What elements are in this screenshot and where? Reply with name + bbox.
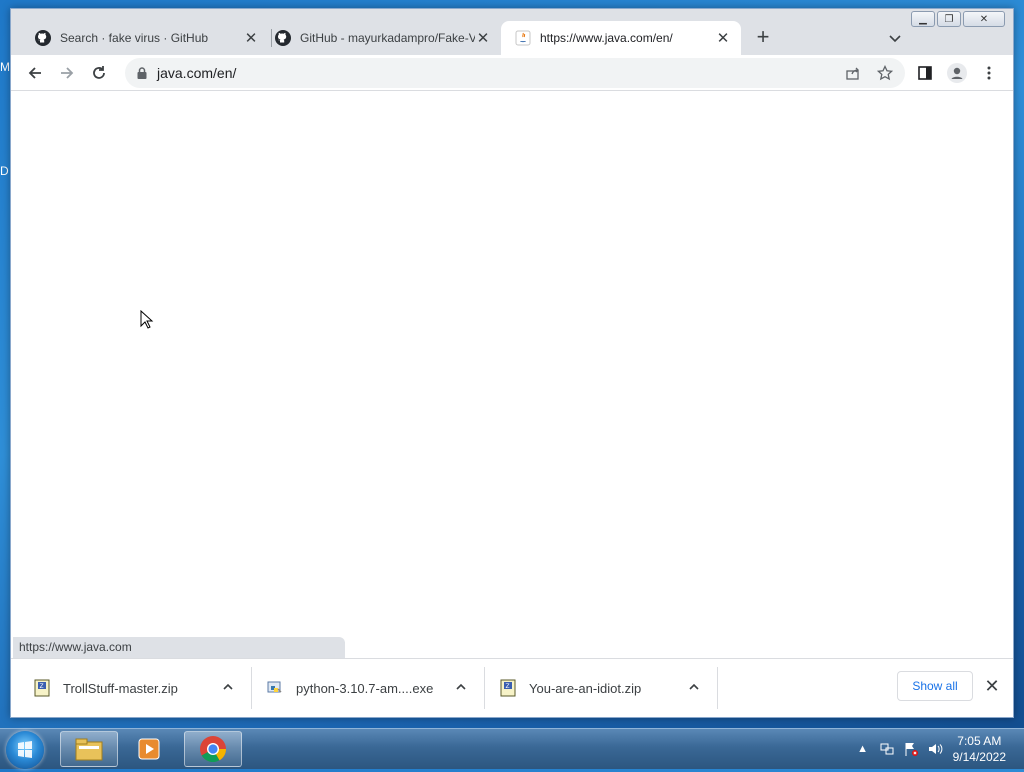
window-close-icon[interactable]: ✕ (963, 11, 1005, 27)
profile-avatar-icon[interactable] (947, 63, 967, 83)
status-url-bubble: https://www.java.com (13, 637, 345, 658)
clock-date: 9/14/2022 (952, 750, 1006, 764)
back-arrow-icon[interactable] (25, 63, 45, 83)
show-all-downloads-button[interactable]: Show all (897, 671, 973, 701)
tab-github-fake-virus-repo[interactable]: GitHub - mayurkadampro/Fake-V ✕ (261, 21, 501, 55)
file-explorer-icon[interactable] (60, 731, 118, 767)
svg-text:Z: Z (40, 683, 44, 690)
zip-file-icon: Z (34, 679, 50, 697)
tab-search-fake-virus[interactable]: Search · fake virus · GitHub ✕ (21, 21, 269, 55)
taskbar-clock[interactable]: 7:05 AM 9/14/2022 (953, 733, 1006, 765)
installer-file-icon (267, 681, 282, 693)
zip-file-icon: Z (500, 679, 516, 697)
java-icon (515, 30, 531, 46)
restore-icon[interactable]: ❐ (937, 11, 961, 27)
window-controls: ▁ ❐ ✕ (909, 11, 1005, 27)
close-download-shelf-icon[interactable]: ✕ (983, 677, 1001, 696)
chrome-icon[interactable] (184, 731, 242, 767)
browser-toolbar: java.com/en/ (11, 55, 1013, 91)
minimize-icon[interactable]: ▁ (911, 11, 935, 27)
desktop-icon-label: M (0, 60, 10, 74)
download-filename: TrollStuff-master.zip (63, 680, 178, 696)
forward-arrow-icon[interactable] (57, 63, 77, 83)
system-tray: ▲ 7:05 AM 9/14/2022 (847, 729, 1024, 769)
page-content[interactable] (11, 91, 1013, 659)
chevron-up-icon[interactable] (454, 680, 468, 694)
side-panel-icon[interactable] (915, 63, 935, 83)
share-icon[interactable] (843, 63, 863, 83)
tab-strip: Search · fake virus · GitHub ✕ GitHub - … (11, 9, 1013, 55)
taskbar: ▲ 7:05 AM 9/14/2022 (0, 728, 1024, 769)
tab-close-icon[interactable]: ✕ (715, 30, 731, 47)
url-text[interactable]: java.com/en/ (157, 65, 236, 81)
reload-icon[interactable] (89, 63, 109, 83)
download-item[interactable]: Z You-are-an-idiot.zip (477, 659, 717, 717)
volume-speaker-icon[interactable] (927, 741, 943, 757)
download-filename: python-3.10.7-am....exe (296, 680, 434, 696)
media-player-icon[interactable] (120, 731, 178, 767)
mouse-cursor-icon (140, 310, 154, 329)
github-icon (275, 30, 291, 46)
download-divider (717, 667, 718, 709)
lock-icon[interactable] (135, 66, 149, 80)
action-center-flag-icon[interactable] (903, 741, 919, 757)
network-icon[interactable] (879, 741, 895, 757)
tab-close-icon[interactable]: ✕ (243, 30, 259, 47)
chevron-up-icon[interactable] (687, 680, 701, 694)
download-filename: You-are-an-idiot.zip (529, 680, 642, 696)
tab-title: GitHub - mayurkadampro/Fake-V (300, 31, 475, 45)
bookmark-star-icon[interactable] (875, 63, 895, 83)
chevron-up-icon[interactable] (221, 680, 235, 694)
clock-time: 7:05 AM (957, 734, 1002, 748)
svg-text:Z: Z (506, 683, 510, 690)
tab-search-chevron-down-icon[interactable] (887, 30, 903, 46)
start-button-windows-icon[interactable] (6, 731, 44, 769)
tab-close-icon[interactable]: ✕ (475, 30, 491, 47)
new-tab-plus-icon[interactable]: + (753, 26, 773, 48)
menu-kebab-icon[interactable] (979, 63, 999, 83)
download-item[interactable]: python-3.10.7-am....exe (244, 659, 484, 717)
desktop-icon-label: D (0, 164, 9, 178)
tab-title: https://www.java.com/en/ (540, 31, 673, 45)
show-hidden-icons-chevron-up-icon[interactable]: ▲ (855, 741, 871, 757)
tab-java-active[interactable]: https://www.java.com/en/ ✕ (501, 21, 741, 55)
github-icon (35, 30, 51, 46)
address-bar[interactable]: java.com/en/ (125, 58, 905, 88)
tab-title: Search · fake virus · GitHub (60, 31, 209, 45)
download-shelf: Z TrollStuff-master.zip python-3.10.7-am… (11, 658, 1013, 717)
browser-window: Search · fake virus · GitHub ✕ GitHub - … (10, 8, 1014, 718)
download-item[interactable]: Z TrollStuff-master.zip (11, 659, 251, 717)
